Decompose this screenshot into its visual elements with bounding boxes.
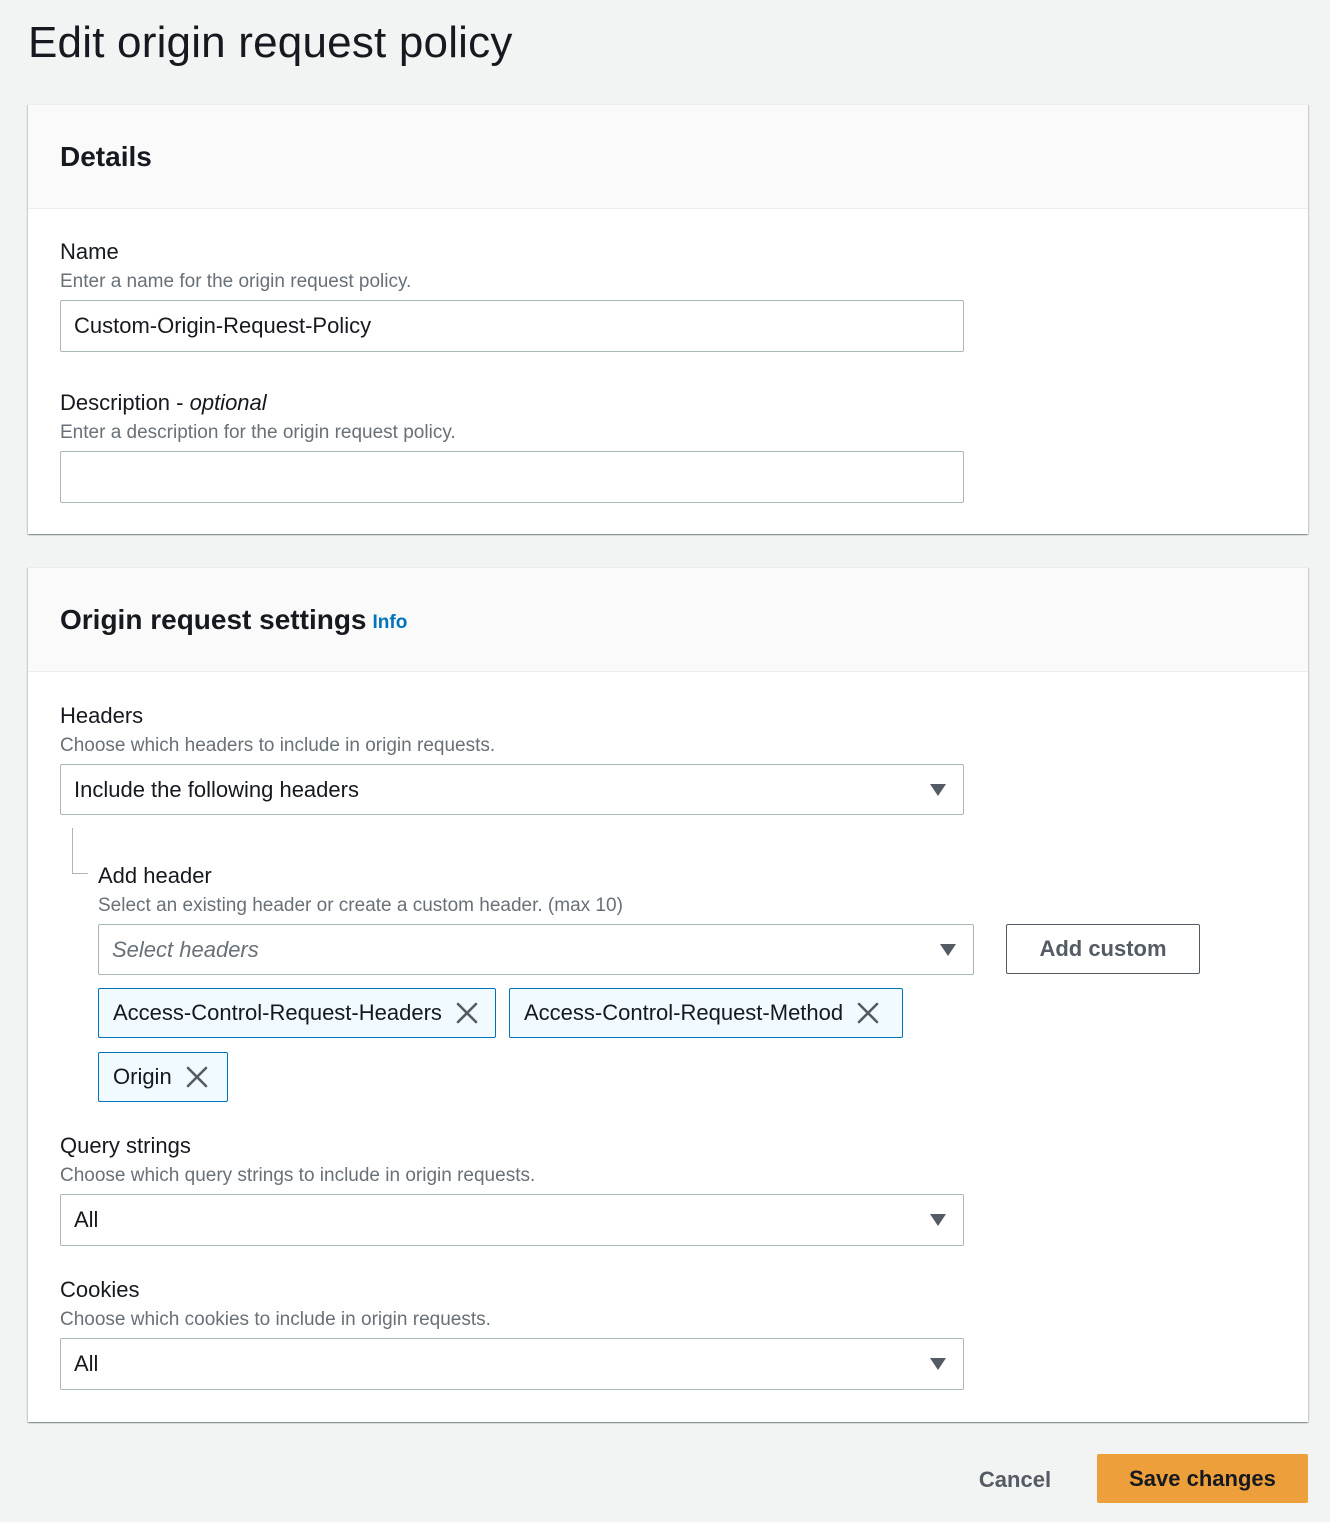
add-custom-button[interactable]: Add custom [1006,924,1200,974]
settings-title: Origin request settings [60,603,367,635]
query-strings-select[interactable]: All [60,1194,964,1246]
header-token-label: Access-Control-Request-Headers [113,1000,442,1025]
header-token: Access-Control-Request-Headers [98,988,496,1038]
add-header-label: Add header [98,863,212,888]
add-header-description: Select an existing header or create a cu… [98,895,623,916]
close-icon[interactable] [456,1002,478,1024]
headers-select[interactable]: Include the following headers [60,764,964,815]
header-token-label: Origin [113,1064,172,1089]
headers-select-value: Include the following headers [74,776,359,802]
details-panel-header: Details [28,105,1308,209]
description-input[interactable] [60,451,964,503]
description-label: Description - optional [60,390,267,416]
description-help: Enter a description for the origin reque… [60,422,456,443]
header-token: Origin [98,1052,228,1102]
save-changes-button[interactable]: Save changes [1097,1454,1308,1503]
tree-connector [72,828,88,874]
header-token: Access-Control-Request-Method [509,988,903,1038]
query-strings-description: Choose which query strings to include in… [60,1165,536,1186]
name-label: Name [60,239,119,264]
headers-label: Headers [60,703,144,728]
name-description: Enter a name for the origin request poli… [60,271,412,292]
description-label-text: Description - [60,390,190,415]
headers-description: Choose which headers to include in origi… [60,735,496,756]
cookies-label: Cookies [60,1277,140,1302]
settings-panel-header: Origin request settings Info [28,568,1308,672]
query-strings-value: All [74,1207,99,1232]
info-link[interactable]: Info [373,612,408,634]
caret-down-icon [940,943,956,956]
page-title: Edit origin request policy [28,18,513,67]
cookies-select[interactable]: All [60,1338,964,1390]
close-icon[interactable] [857,1002,879,1024]
close-icon[interactable] [186,1066,208,1088]
cancel-button[interactable]: Cancel [962,1457,1068,1503]
select-headers-placeholder: Select headers [112,936,259,962]
query-strings-label: Query strings [60,1133,191,1158]
caret-down-icon [930,1214,946,1226]
name-input[interactable] [60,300,964,352]
cookies-description: Choose which cookies to include in origi… [60,1309,491,1330]
details-title: Details [60,140,152,172]
header-token-label: Access-Control-Request-Method [524,1000,844,1025]
caret-down-icon [930,783,946,796]
caret-down-icon [930,1358,946,1370]
select-headers-dropdown[interactable]: Select headers [98,924,974,975]
optional-label: optional [189,390,267,415]
cookies-value: All [74,1351,99,1376]
